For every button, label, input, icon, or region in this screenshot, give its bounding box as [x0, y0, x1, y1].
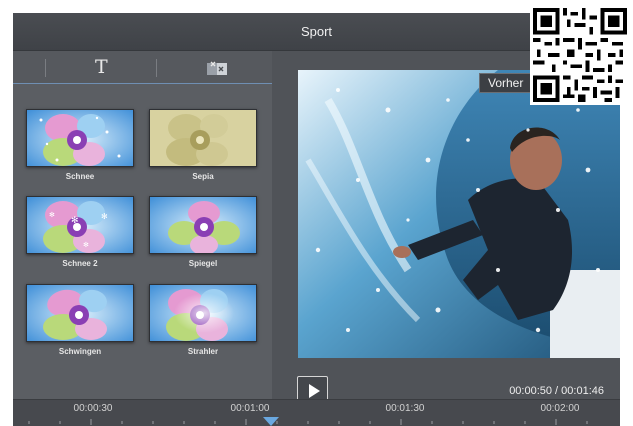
effect-thumbnail[interactable] [149, 196, 257, 254]
effect-thumbnail[interactable] [26, 284, 134, 342]
effect-label: Schwingen [58, 347, 102, 356]
timeline-tick-label: 00:00:30 [73, 403, 113, 414]
video-editor-window: Sport T Schnee Sepia ✻ ✻ ✻ ✻ Schnee 2 Sp… [13, 13, 620, 426]
timeline-tick-label: 00:02:00 [540, 403, 580, 414]
effect-thumbnail[interactable] [26, 109, 134, 167]
effect-label: Schnee 2 [62, 259, 98, 268]
timeline-tick-label: 00:01:00 [230, 403, 270, 414]
time-readout: 00:00:50 / 00:01:46 [509, 385, 604, 397]
effect-label: Strahler [187, 347, 219, 356]
window-title: Sport [13, 13, 620, 51]
svg-text:✻: ✻ [71, 215, 79, 225]
svg-text:✻: ✻ [83, 241, 89, 249]
qr-code [530, 5, 630, 105]
effect-label: Spiegel [188, 259, 218, 268]
timeline-ruler[interactable]: 00:00:30 00:01:00 00:01:30 00:02:00 [13, 399, 620, 426]
video-preview[interactable]: Vorher [298, 70, 620, 358]
effect-thumbnail[interactable] [149, 109, 257, 167]
svg-text:✻: ✻ [49, 211, 55, 219]
toolbar-divider [156, 59, 157, 77]
effect-thumbnail[interactable] [149, 284, 257, 342]
effects-toolbar: T [13, 51, 272, 84]
svg-text:✻: ✻ [101, 212, 108, 221]
surfer-photo [298, 70, 620, 358]
before-split-label: Vorher [479, 73, 533, 93]
effect-label: Sepia [192, 172, 214, 181]
effect-thumbnail[interactable]: ✻ ✻ ✻ ✻ [26, 196, 134, 254]
effects-panel: T Schnee Sepia ✻ ✻ ✻ ✻ Schnee 2 Spiegel … [13, 51, 272, 399]
timeline-tick-label: 00:01:30 [385, 403, 425, 414]
transition-icon[interactable] [206, 60, 228, 76]
effect-label: Schnee [65, 172, 95, 181]
toolbar-divider [45, 59, 46, 77]
text-icon[interactable]: T [95, 56, 108, 78]
playhead-marker[interactable] [263, 417, 279, 426]
